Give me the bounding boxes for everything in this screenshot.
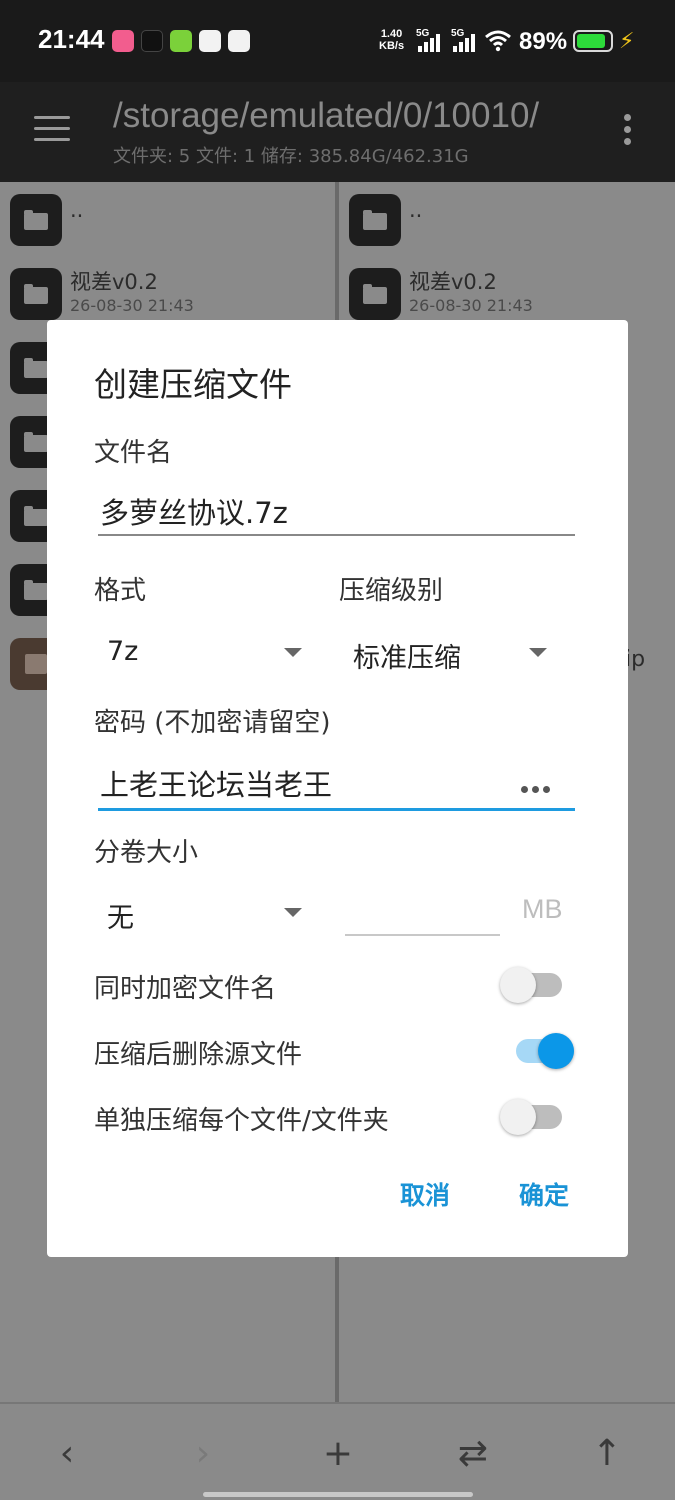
folder-icon: [349, 268, 401, 320]
kook-icon: [170, 30, 192, 52]
tiktok-icon: [141, 30, 163, 52]
signal-icon: 5G: [451, 28, 477, 54]
create-archive-dialog: 创建压缩文件 文件名 多萝丝协议.7z 格式 压缩级别 7z 标准压缩 密码 (…: [47, 320, 628, 1257]
split-size-input[interactable]: [345, 890, 500, 936]
chevron-down-icon: [529, 648, 547, 657]
level-label: 压缩级别: [339, 576, 444, 606]
path-title: /storage/emulated/0/10010/: [113, 96, 540, 135]
split-size-underline: [345, 934, 500, 936]
ok-button[interactable]: 确定: [519, 1176, 569, 1212]
password-underline: [98, 808, 575, 811]
battery-percent: 89%: [519, 28, 568, 55]
forward-button[interactable]: ›: [181, 1432, 225, 1476]
separate-toggle[interactable]: [500, 1096, 562, 1136]
filename-underline: [98, 534, 575, 536]
chevron-down-icon: [284, 648, 302, 657]
app-icon: [199, 30, 221, 52]
wifi-icon: [485, 30, 511, 52]
list-item-partial-text: ip: [625, 647, 646, 672]
app-bar: /storage/emulated/0/10010/ 文件夹: 5 文件: 1 …: [0, 82, 675, 182]
folder-icon: [10, 268, 62, 320]
net-speed: 1.40 KB/s: [379, 28, 405, 52]
menu-icon[interactable]: [34, 116, 70, 144]
split-dropdown[interactable]: 无: [94, 888, 314, 938]
clock: 21:44: [38, 24, 105, 54]
list-item-parent[interactable]: ..: [10, 186, 330, 256]
level-dropdown[interactable]: 标准压缩: [339, 628, 559, 678]
separate-label: 单独压缩每个文件/文件夹: [94, 1106, 389, 1136]
status-bar: 21:44 1.40 KB/s 5G 5G 89% ⚡: [0, 0, 675, 82]
battery-icon: [573, 30, 613, 52]
password-label: 密码 (不加密请留空): [94, 708, 331, 738]
list-item-parent[interactable]: ..: [349, 186, 669, 256]
back-button[interactable]: ‹: [45, 1432, 89, 1476]
split-label: 分卷大小: [94, 838, 199, 868]
cancel-button[interactable]: 取消: [400, 1176, 450, 1212]
folder-icon: [10, 194, 62, 246]
signal-icon: 5G: [416, 28, 442, 54]
delete-source-toggle[interactable]: [512, 1030, 574, 1070]
show-password-icon[interactable]: [521, 778, 555, 793]
more-options-icon[interactable]: [624, 114, 634, 148]
chevron-down-icon: [284, 908, 302, 917]
filename-input[interactable]: 多萝丝协议.7z: [100, 490, 288, 532]
storage-summary: 文件夹: 5 文件: 1 储存: 385.84G/462.31G: [113, 146, 469, 167]
split-unit: MB: [522, 894, 563, 924]
delete-source-label: 压缩后删除源文件: [94, 1040, 303, 1070]
swap-panes-button[interactable]: ⇄: [451, 1432, 495, 1476]
bottom-toolbar: ‹ › + ⇄ ↑: [0, 1402, 675, 1500]
up-directory-button[interactable]: ↑: [585, 1432, 629, 1476]
split-value: 无: [107, 903, 134, 934]
format-value: 7z: [107, 636, 139, 667]
encrypt-names-label: 同时加密文件名: [94, 974, 277, 1004]
filename-label: 文件名: [94, 438, 173, 468]
play-icon: [228, 30, 250, 52]
format-label: 格式: [94, 576, 147, 606]
home-indicator[interactable]: [203, 1492, 473, 1497]
level-value: 标准压缩: [353, 643, 461, 674]
format-dropdown[interactable]: 7z: [94, 628, 314, 678]
password-input[interactable]: 上老王论坛当老王: [100, 762, 332, 804]
encrypt-names-toggle[interactable]: [500, 964, 562, 1004]
dialog-title: 创建压缩文件: [94, 365, 292, 404]
add-button[interactable]: +: [316, 1432, 360, 1476]
bilibili-icon: [112, 30, 134, 52]
folder-icon: [349, 194, 401, 246]
charging-icon: ⚡: [619, 29, 635, 54]
